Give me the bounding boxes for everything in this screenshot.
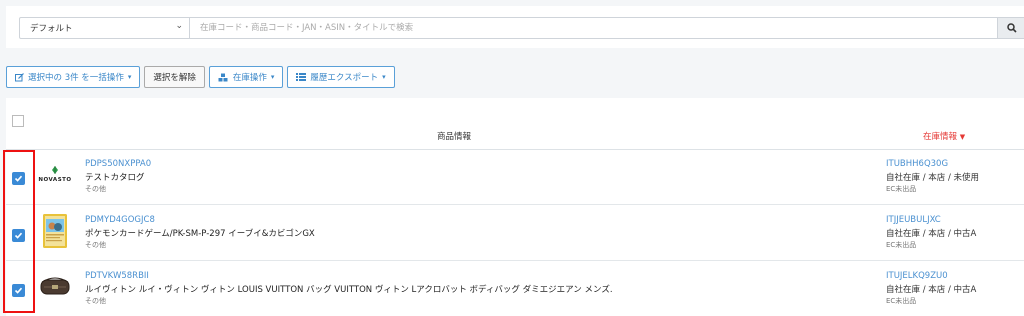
search-scope-select[interactable]: デフォルト ⌄ bbox=[20, 18, 190, 38]
ec-status: EC未出品 bbox=[886, 241, 917, 249]
deselect-button[interactable]: 選択を解除 bbox=[144, 66, 205, 88]
stock-location: 自社在庫 / 本店 / 未使用 bbox=[886, 173, 980, 183]
caret-down-icon: ▾ bbox=[127, 73, 132, 81]
product-category: その他 bbox=[85, 241, 106, 249]
cubes-icon bbox=[218, 73, 228, 81]
select-all-checkbox[interactable] bbox=[12, 115, 24, 127]
stock-code-link[interactable]: ITJJEUBULJXC bbox=[886, 215, 941, 225]
checkmark-icon bbox=[14, 287, 23, 294]
search-box: デフォルト ⌄ bbox=[19, 17, 1024, 39]
ec-status: EC未出品 bbox=[886, 297, 917, 305]
chevron-down-icon: ⌄ bbox=[175, 21, 183, 31]
bulk-action-label: 選択中の 3件 を一括操作 bbox=[28, 73, 124, 83]
ec-status: EC未出品 bbox=[886, 185, 917, 193]
checkmark-icon bbox=[14, 175, 23, 182]
search-scope-value: デフォルト bbox=[30, 24, 73, 34]
history-export-label: 履歴エクスポート bbox=[310, 73, 379, 83]
product-thumbnail[interactable] bbox=[40, 213, 70, 249]
caret-down-icon: ▾ bbox=[270, 73, 275, 81]
column-header-stock-label: 在庫情報 bbox=[923, 132, 958, 142]
pokemon-card-image bbox=[43, 214, 67, 248]
table-row[interactable]: PDTVKW58RBII ルイヴィトン ルイ・ヴィトン ヴィトン LOUIS V… bbox=[6, 262, 1024, 316]
stock-location: 自社在庫 / 本店 / 中古A bbox=[886, 285, 977, 295]
column-header-stock[interactable]: 在庫情報 ▼ bbox=[923, 130, 965, 142]
action-toolbar: 選択中の 3件 を一括操作 ▾ 選択を解除 在庫操作 ▾ 履歴エクスポート ▾ bbox=[6, 66, 395, 88]
product-thumbnail[interactable] bbox=[40, 269, 70, 305]
product-title: ルイヴィトン ルイ・ヴィトン ヴィトン LOUIS VUITTON バッグ VU… bbox=[85, 285, 613, 295]
history-export-button[interactable]: 履歴エクスポート ▾ bbox=[287, 66, 395, 88]
list-icon bbox=[296, 73, 307, 81]
row-checkbox[interactable] bbox=[12, 284, 25, 297]
inventory-table: 商品情報 在庫情報 ▼ NOVASTO PDPS50NXPPA0 テストカタログ… bbox=[6, 98, 1024, 316]
deselect-label: 選択を解除 bbox=[153, 73, 196, 83]
product-code-link[interactable]: PDMYD4GOGJC8 bbox=[85, 215, 155, 225]
search-panel: デフォルト ⌄ bbox=[6, 6, 1024, 48]
column-header-product[interactable]: 商品情報 bbox=[437, 130, 471, 142]
checkmark-icon bbox=[14, 232, 23, 239]
bag-image bbox=[40, 277, 70, 295]
novasto-logo-text: NOVASTO bbox=[38, 177, 72, 183]
edit-icon bbox=[15, 72, 24, 81]
search-button[interactable] bbox=[997, 17, 1024, 39]
sort-desc-icon: ▼ bbox=[959, 133, 966, 141]
row-checkbox[interactable] bbox=[12, 229, 25, 242]
table-row[interactable]: NOVASTO PDPS50NXPPA0 テストカタログ その他 ITUBHH6… bbox=[6, 150, 1024, 205]
table-header: 商品情報 在庫情報 ▼ bbox=[6, 98, 1024, 150]
stock-location: 自社在庫 / 本店 / 中古A bbox=[886, 229, 977, 239]
stock-code-link[interactable]: ITUBHH6Q30G bbox=[886, 159, 948, 169]
search-icon bbox=[1006, 23, 1017, 33]
novasto-logo: NOVASTO bbox=[38, 166, 71, 183]
product-category: その他 bbox=[85, 297, 106, 305]
product-category: その他 bbox=[85, 185, 106, 193]
stock-code-link[interactable]: ITUJELKQ9ZU0 bbox=[886, 271, 948, 281]
product-code-link[interactable]: PDTVKW58RBII bbox=[85, 271, 149, 281]
product-title: テストカタログ bbox=[85, 173, 145, 183]
leaf-icon bbox=[52, 166, 58, 175]
caret-down-icon: ▾ bbox=[382, 73, 386, 81]
row-checkbox[interactable] bbox=[12, 172, 25, 185]
table-row[interactable]: PDMYD4GOGJC8 ポケモンカードゲーム/PK-SM-P-297 イーブイ… bbox=[6, 206, 1024, 261]
stock-ops-button[interactable]: 在庫操作 ▾ bbox=[208, 66, 284, 88]
product-title: ポケモンカードゲーム/PK-SM-P-297 イーブイ&カビゴンGX bbox=[85, 229, 315, 239]
stock-ops-label: 在庫操作 bbox=[232, 73, 267, 83]
product-thumbnail[interactable]: NOVASTO bbox=[38, 157, 71, 193]
bulk-action-button[interactable]: 選択中の 3件 を一括操作 ▾ bbox=[6, 66, 141, 88]
search-input[interactable] bbox=[200, 18, 1010, 38]
product-code-link[interactable]: PDPS50NXPPA0 bbox=[85, 159, 151, 169]
